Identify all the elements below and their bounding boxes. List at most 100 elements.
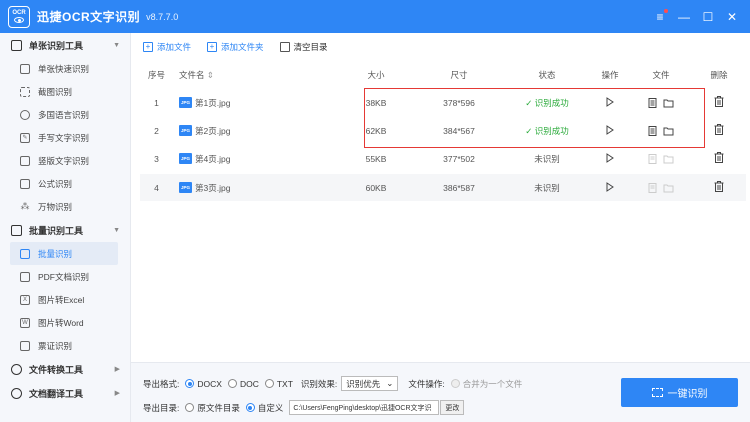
word-icon: W xyxy=(20,317,30,328)
clear-list-button[interactable]: 清空目录 xyxy=(279,41,328,53)
row-dim: 384*567 xyxy=(443,125,475,136)
effect-label: 识别效果: xyxy=(300,378,338,389)
sidebar-item-formula[interactable]: 公式识别 xyxy=(0,172,130,195)
merge-label: 合并为一个文件 xyxy=(462,378,523,389)
header-file: 文件 xyxy=(652,70,670,80)
effect-select[interactable]: 识别优先 ⌄ xyxy=(341,376,399,391)
row-no: 2 xyxy=(154,125,159,136)
sidebar-item-batch[interactable]: 批量识别 xyxy=(10,242,118,265)
row-name: JPG 第3页.jpg xyxy=(173,182,338,194)
play-icon xyxy=(606,96,614,107)
app-version: v8.7.7.0 xyxy=(146,11,179,22)
sidebar-item-handwriting[interactable]: ✎ 手写文字识别 xyxy=(0,126,130,149)
row-file-actions xyxy=(630,153,692,164)
add-folder-button[interactable]: + 添加文件夹 xyxy=(207,41,264,53)
single-tools-icon xyxy=(11,39,22,51)
trash-icon xyxy=(714,152,724,163)
radio-custom-dir[interactable] xyxy=(245,403,255,412)
header-name[interactable]: 文件名 ⇕ xyxy=(173,69,338,81)
title-bar: OCR 迅捷OCR文字识别 v8.7.7.0 ≡ — ☐ ✕ xyxy=(0,0,750,33)
app-title: 迅捷OCR文字识别 xyxy=(37,10,141,24)
merge-radio[interactable] xyxy=(450,379,460,388)
delete-button[interactable] xyxy=(692,124,746,137)
row-name-text: 第2页.jpg xyxy=(195,125,231,136)
file-op-label: 文件操作: xyxy=(408,378,445,389)
table-row[interactable]: 2 JPG 第2页.jpg 62KB 384*567 ✓ 识别成功 xyxy=(140,117,746,144)
minimize-button[interactable]: — xyxy=(672,7,696,27)
section-single-tools[interactable]: 单张识别工具 ▼ xyxy=(0,33,130,57)
trash-icon xyxy=(279,41,290,52)
play-button[interactable] xyxy=(590,152,630,165)
play-button[interactable] xyxy=(590,124,630,137)
radio-txt[interactable] xyxy=(264,379,274,388)
play-button[interactable] xyxy=(590,96,630,109)
sidebar-item-ticket[interactable]: 票证识别 xyxy=(0,334,130,357)
jpg-icon: JPG xyxy=(179,97,192,108)
table-row[interactable]: 3 JPG 第4页.jpg 55KB 377*502 未识别 xyxy=(140,145,746,172)
radio-docx-label: DOCX xyxy=(197,378,222,389)
header-op: 操作 xyxy=(601,70,619,80)
sidebar-item-word[interactable]: W 图片转Word xyxy=(0,311,130,334)
play-button[interactable] xyxy=(590,181,630,194)
logo-text: OCR xyxy=(12,10,26,16)
section-translate-tools[interactable]: 文档翻译工具 ▶ xyxy=(0,381,130,405)
row-file-actions xyxy=(630,125,692,136)
delete-button[interactable] xyxy=(692,181,746,194)
delete-button[interactable] xyxy=(692,152,746,165)
sidebar-item-label: 万物识别 xyxy=(38,201,73,212)
play-icon xyxy=(606,152,614,163)
document-icon[interactable] xyxy=(648,97,657,108)
sidebar-item-excel[interactable]: X 图片转Excel xyxy=(0,288,130,311)
row-file-actions xyxy=(630,97,692,108)
row-file-actions xyxy=(630,182,692,193)
sidebar-item-multilang[interactable]: 多国语言识别 xyxy=(0,103,130,126)
folder-icon[interactable] xyxy=(663,126,674,136)
section-batch-tools[interactable]: 批量识别工具 ▼ xyxy=(0,218,130,242)
header-size: 大小 xyxy=(367,70,385,80)
effect-value: 识别优先 xyxy=(346,378,381,389)
convert-icon xyxy=(11,363,22,375)
add-file-button[interactable]: + 添加文件 xyxy=(143,41,191,53)
start-recognition-button[interactable]: 一键识别 xyxy=(621,378,738,407)
export-format-label: 导出格式: xyxy=(143,378,180,389)
radio-original-dir-label: 原文件目录 xyxy=(197,402,240,413)
caret-down-icon: ▼ xyxy=(113,226,120,234)
caret-right-icon: ▶ xyxy=(114,366,120,373)
path-field[interactable]: C:\Users\FengPing\desktop\迅捷OCR文字识 xyxy=(289,400,440,415)
radio-doc[interactable] xyxy=(227,379,237,388)
sidebar-item-vertical[interactable]: 竖版文字识别 xyxy=(0,149,130,172)
close-button[interactable]: ✕ xyxy=(720,7,744,27)
folder-icon xyxy=(663,184,674,192)
radio-original-dir[interactable] xyxy=(185,403,195,412)
vertical-text-icon xyxy=(20,155,30,166)
sidebar-item-object[interactable]: ⁂ 万物识别 xyxy=(0,195,130,218)
section-convert-tools[interactable]: 文件转换工具 ▶ xyxy=(0,357,130,381)
table-row[interactable]: 1 JPG 第1页.jpg 38KB 378*596 ✓ 识别成功 xyxy=(140,89,746,116)
export-dir-label: 导出目录: xyxy=(143,402,180,413)
add-file-icon: + xyxy=(143,41,153,52)
row-status: ✓ 识别成功 xyxy=(525,97,569,108)
document-icon[interactable] xyxy=(648,125,657,136)
table-header: 序号 文件名 ⇕ 大小 尺寸 状态 操作 文件 删除 xyxy=(140,66,746,84)
header-name-label: 文件名 xyxy=(179,70,205,80)
folder-icon[interactable] xyxy=(663,98,674,108)
row-dim: 386*587 xyxy=(443,182,475,193)
radio-docx[interactable] xyxy=(185,379,195,388)
trash-icon xyxy=(714,96,724,107)
sidebar-item-quick[interactable]: 单张快速识别 xyxy=(0,57,130,80)
jpg-icon: JPG xyxy=(179,153,192,164)
delete-button[interactable] xyxy=(692,96,746,109)
row-size: 60KB xyxy=(365,182,387,193)
menu-button[interactable]: ≡ xyxy=(648,7,672,27)
pen-icon: ✎ xyxy=(20,132,30,143)
maximize-button[interactable]: ☐ xyxy=(696,7,720,27)
table-row[interactable]: 4 JPG 第3页.jpg 60KB 386*587 未识别 xyxy=(140,174,746,201)
sidebar-item-screenshot[interactable]: 截图识别 xyxy=(0,80,130,103)
sidebar-item-label: 截图识别 xyxy=(38,86,73,97)
sidebar-item-label: 图片转Excel xyxy=(38,294,85,305)
sidebar-item-pdf[interactable]: PDF文档识别 xyxy=(0,265,130,288)
clear-list-label: 清空目录 xyxy=(293,41,328,52)
add-file-label: 添加文件 xyxy=(157,41,192,52)
change-dir-button[interactable]: 更改 xyxy=(440,400,465,415)
scan-icon xyxy=(651,388,663,397)
